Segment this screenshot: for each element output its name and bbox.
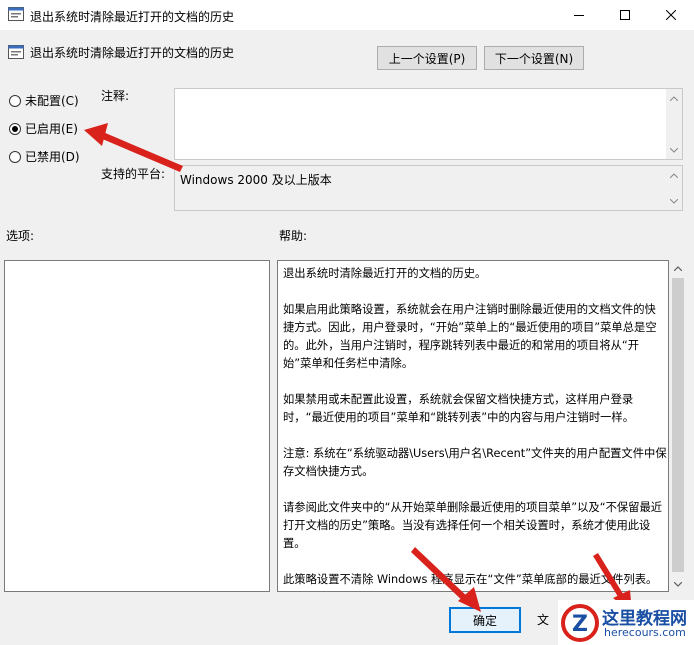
minimize-icon xyxy=(574,15,584,16)
platform-value: Windows 2000 及以上版本 xyxy=(180,173,332,187)
comment-label: 注释: xyxy=(101,89,130,103)
close-icon xyxy=(666,10,676,20)
previous-setting-button[interactable]: 上一个设置(P) xyxy=(377,46,477,70)
watermark-url: herecours.com xyxy=(604,626,686,639)
help-paragraph: 请参阅此文件夹中的“从开始菜单删除最近使用的项目菜单”以及“不保留最近打开文档的… xyxy=(283,501,663,550)
radio-label: 已禁用(D) xyxy=(25,150,80,164)
watermark-logo-icon: Z xyxy=(561,604,599,642)
chevron-up-icon xyxy=(670,95,678,101)
radio-button[interactable] xyxy=(9,150,21,163)
chevron-up-icon xyxy=(670,172,678,178)
policy-title: 退出系统时清除最近打开的文档的历史 xyxy=(30,46,235,60)
help-scrollbar[interactable] xyxy=(670,260,686,592)
title-bar: 退出系统时清除最近打开的文档的历史 xyxy=(0,0,694,30)
scroll-down-arrow[interactable] xyxy=(666,142,682,158)
help-paragraph: 如果禁用或未配置此设置，系统就会保留文档快捷方式，这样用户登录时，“最近使用的项… xyxy=(283,393,635,424)
close-button[interactable] xyxy=(648,0,694,30)
chevron-down-icon xyxy=(670,147,678,153)
help-text: 退出系统时清除最近打开的文档的历史。 如果启用此策略设置，系统就会在用户注销时删… xyxy=(283,265,667,591)
chevron-up-icon xyxy=(674,265,682,271)
radio-disabled[interactable]: 已禁用(D) xyxy=(9,148,80,165)
help-paragraph: 注意: 系统在“系统驱动器\Users\用户名\Recent”文件夹的用户配置文… xyxy=(283,447,667,478)
minimize-button[interactable] xyxy=(556,0,602,30)
scroll-up-arrow[interactable] xyxy=(666,90,682,106)
help-paragraph: 退出系统时清除最近打开的文档的历史。 xyxy=(283,267,487,280)
help-label: 帮助: xyxy=(279,229,308,243)
chevron-down-icon xyxy=(670,198,678,204)
chevron-down-icon xyxy=(674,581,682,587)
window-title: 退出系统时清除最近打开的文档的历史 xyxy=(30,10,235,24)
watermark: Z 这里教程网 herecours.com xyxy=(558,600,694,645)
scroll-down-arrow[interactable] xyxy=(670,576,686,592)
comment-textarea[interactable] xyxy=(174,88,683,160)
help-pane: 退出系统时清除最近打开的文档的历史。 如果启用此策略设置，系统就会在用户注销时删… xyxy=(277,260,669,592)
help-paragraph: 此策略设置不清除 Windows 程序显示在“文件”菜单底部的最近文件列表。请参… xyxy=(283,573,658,586)
comment-scrollbar[interactable] xyxy=(666,89,682,159)
radio-button[interactable] xyxy=(9,94,21,107)
options-pane xyxy=(4,260,270,592)
policy-setting-icon xyxy=(8,45,24,59)
partial-button-text: 文 xyxy=(537,613,550,627)
scroll-down-arrow[interactable] xyxy=(666,193,682,209)
radio-not-configured[interactable]: 未配置(C) xyxy=(9,92,79,109)
scroll-thumb[interactable] xyxy=(672,278,684,572)
scroll-up-arrow[interactable] xyxy=(666,167,682,183)
maximize-button[interactable] xyxy=(602,0,648,30)
options-label: 选项: xyxy=(6,229,35,243)
radio-button-selected[interactable] xyxy=(9,122,21,135)
platform-label: 支持的平台: xyxy=(101,167,166,181)
next-setting-button[interactable]: 下一个设置(N) xyxy=(484,46,584,70)
radio-label: 未配置(C) xyxy=(25,94,79,108)
radio-label: 已启用(E) xyxy=(25,122,78,136)
platform-scrollbar[interactable] xyxy=(666,166,682,210)
help-paragraph: 如果启用此策略设置，系统就会在用户注销时删除最近使用的文档文件的快捷方式。因此，… xyxy=(283,303,657,370)
policy-window-icon xyxy=(8,7,24,21)
radio-enabled[interactable]: 已启用(E) xyxy=(9,120,78,137)
maximize-icon xyxy=(620,10,630,20)
svg-text:Z: Z xyxy=(572,612,588,637)
platform-field: Windows 2000 及以上版本 xyxy=(174,165,683,211)
ok-button[interactable]: 确定 xyxy=(449,607,521,633)
scroll-up-arrow[interactable] xyxy=(670,260,686,276)
